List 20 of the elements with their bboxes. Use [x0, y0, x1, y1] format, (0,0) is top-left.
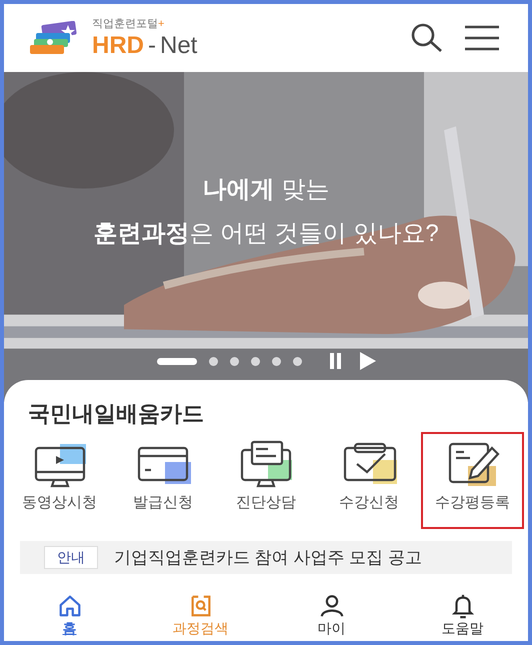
search-icon [410, 23, 444, 53]
nav-tab[interactable]: 홈 [4, 592, 135, 636]
hero-headline: 나에게 맞는 [202, 175, 330, 205]
notice-text[interactable]: 기업직업훈련카드 참여 사업주 모집 공고 [114, 544, 422, 570]
menu-item[interactable]: 수강평등록 [420, 432, 524, 528]
nav-tab[interactable]: 마이 [266, 592, 397, 636]
menu-item[interactable]: 발급신청 [111, 432, 214, 528]
pause-button[interactable] [330, 353, 344, 369]
logo-wordmark: HRD - Net [92, 34, 198, 58]
menu-icon [464, 24, 500, 52]
next-button[interactable] [360, 352, 376, 370]
notice-badge: 안내 [44, 546, 98, 569]
menu-item[interactable]: 진단상담 [214, 432, 318, 528]
bell-icon [450, 592, 476, 620]
hero-headline: 훈련과정은 어떤 것들이 있나요? [93, 219, 439, 249]
nav-tab[interactable]: 도움말 [397, 592, 528, 636]
menu-item[interactable]: 수강신청 [318, 432, 421, 528]
logo-caption: 직업훈련포털+ [92, 18, 166, 30]
card-title: 국민내일배움카드 [27, 400, 205, 428]
menu-item[interactable]: 동영상시청 [8, 432, 112, 528]
